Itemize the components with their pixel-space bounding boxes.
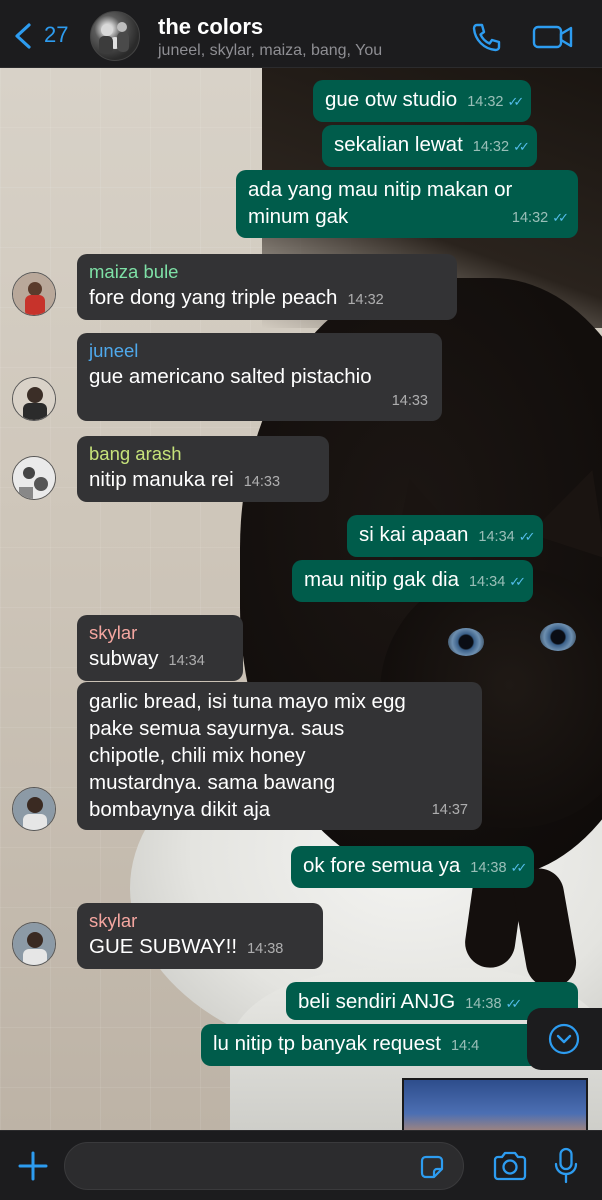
camera-icon[interactable] — [492, 1151, 528, 1181]
read-receipt-icon: ✓✓ — [510, 860, 528, 875]
message-text: lu nitip tp banyak request — [213, 1032, 441, 1055]
chevron-down-circle-icon — [548, 1023, 580, 1055]
message-bubble-outgoing[interactable]: si kai apaan 14:34 ✓✓ — [347, 515, 543, 557]
message-bubble-incoming[interactable]: juneel gue americano salted pistachio 14… — [77, 333, 442, 421]
read-receipt-icon: ✓✓ — [509, 574, 526, 589]
sender-name[interactable]: skylar — [89, 621, 231, 645]
read-receipt-icon: ✓✓ — [513, 139, 530, 154]
message-text-line: bombaynya dikit aja — [89, 798, 271, 821]
message-time: 14:32 — [467, 94, 504, 110]
message-bubble-outgoing[interactable]: mau nitip gak dia 14:34 ✓✓ — [292, 560, 534, 602]
message-text: nitip manuka rei — [89, 468, 234, 491]
wallpaper-cat-eye — [448, 628, 484, 656]
wallpaper-cat-eye — [540, 623, 576, 651]
unread-count[interactable]: 27 — [44, 22, 68, 48]
message-input-bar — [0, 1130, 602, 1200]
avatar-skylar[interactable] — [12, 787, 56, 831]
microphone-icon[interactable] — [554, 1147, 578, 1185]
read-receipt-icon: ✓✓ — [507, 94, 525, 109]
message-bubble-incoming[interactable]: skylar subway 14:34 — [77, 615, 243, 681]
message-text: GUE SUBWAY!! — [89, 935, 238, 958]
message-time: 14:33 — [391, 393, 428, 409]
message-time: 14:38 — [247, 941, 284, 957]
wallpaper-poster — [402, 1078, 588, 1130]
message-time: 14:38 — [470, 860, 507, 876]
message-text-line: ada yang mau nitip makan or — [248, 178, 513, 201]
message-text-line: pake semua sayurnya. saus — [89, 717, 345, 740]
message-input[interactable] — [64, 1142, 464, 1190]
message-bubble-outgoing[interactable]: sekalian lewat 14:32 ✓✓ — [322, 125, 537, 167]
message-text: si kai apaan — [359, 523, 469, 546]
chat-header: 27 the colors juneel, skylar, maiza, ban… — [0, 0, 602, 68]
read-receipt-icon: ✓✓ — [518, 529, 536, 544]
group-avatar[interactable] — [90, 11, 140, 61]
message-time: 14:33 — [243, 474, 281, 490]
phone-call-icon[interactable] — [470, 22, 502, 52]
avatar-maiza[interactable] — [12, 272, 56, 316]
message-text: ok fore semua ya — [303, 854, 461, 877]
avatar-skylar[interactable] — [12, 922, 56, 966]
message-time-block: 14:32 ✓✓ — [511, 204, 569, 232]
message-time: 14:38 — [465, 996, 502, 1012]
back-chevron-icon[interactable] — [12, 22, 34, 50]
message-text: subway — [89, 647, 159, 670]
message-text: sekalian lewat — [334, 133, 463, 156]
message-time: 14:37 — [431, 802, 468, 818]
message-bubble-outgoing[interactable]: ok fore semua ya 14:38 ✓✓ — [291, 846, 535, 888]
video-call-icon[interactable] — [532, 24, 574, 50]
read-receipt-icon: ✓✓ — [505, 996, 523, 1011]
message-bubble-incoming[interactable]: garlic bread, isi tuna mayo mix egg pake… — [77, 682, 482, 830]
message-text-line: mustardnya. sama bawang — [89, 771, 336, 794]
message-text: gue otw studio — [325, 88, 458, 111]
message-text-line: garlic bread, isi tuna mayo mix egg — [89, 690, 406, 713]
sticker-icon[interactable] — [418, 1153, 446, 1181]
read-receipt-icon: ✓✓ — [552, 210, 569, 225]
message-time: 14:32 — [511, 210, 549, 226]
plus-icon[interactable] — [16, 1149, 50, 1183]
scroll-to-bottom-button[interactable] — [527, 1008, 602, 1070]
sender-name[interactable]: juneel — [89, 339, 430, 363]
message-text: fore dong yang triple peach — [89, 286, 338, 309]
chat-title[interactable]: the colors — [158, 14, 263, 40]
message-time: 14:34 — [468, 574, 506, 590]
sender-name[interactable]: maiza bule — [89, 260, 445, 284]
message-time: 14:34 — [478, 529, 515, 545]
sender-name[interactable]: skylar — [89, 909, 311, 933]
message-text: beli sendiri ANJG — [298, 990, 456, 1013]
message-bubble-incoming[interactable]: maiza bule fore dong yang triple peach 14… — [77, 254, 457, 320]
message-time: 14:4 — [450, 1038, 480, 1054]
message-text: gue americano salted pistachio — [89, 365, 372, 388]
message-bubble-outgoing[interactable]: gue otw studio 14:32 ✓✓ — [313, 80, 532, 122]
message-text-line: minum gak — [248, 205, 349, 228]
avatar-juneel[interactable] — [12, 377, 56, 421]
sender-name[interactable]: bang arash — [89, 442, 317, 466]
chat-participants[interactable]: juneel, skylar, maiza, bang, You — [158, 42, 382, 60]
message-time: 14:32 — [347, 292, 384, 308]
message-time: 14:32 — [472, 139, 510, 155]
message-bubble-incoming[interactable]: bang arash nitip manuka rei 14:33 — [77, 436, 329, 502]
message-text: mau nitip gak dia — [304, 568, 459, 591]
message-bubble-outgoing[interactable]: lu nitip tp banyak request 14:4 — [201, 1024, 531, 1066]
message-text-line: chipotle, chili mix honey — [89, 744, 306, 767]
message-time: 14:34 — [168, 653, 205, 669]
message-bubble-outgoing[interactable]: ada yang mau nitip makan or minum gak 14… — [236, 170, 578, 238]
avatar-bang-arash[interactable] — [12, 456, 56, 500]
message-bubble-incoming[interactable]: skylar GUE SUBWAY!! 14:38 — [77, 903, 323, 969]
